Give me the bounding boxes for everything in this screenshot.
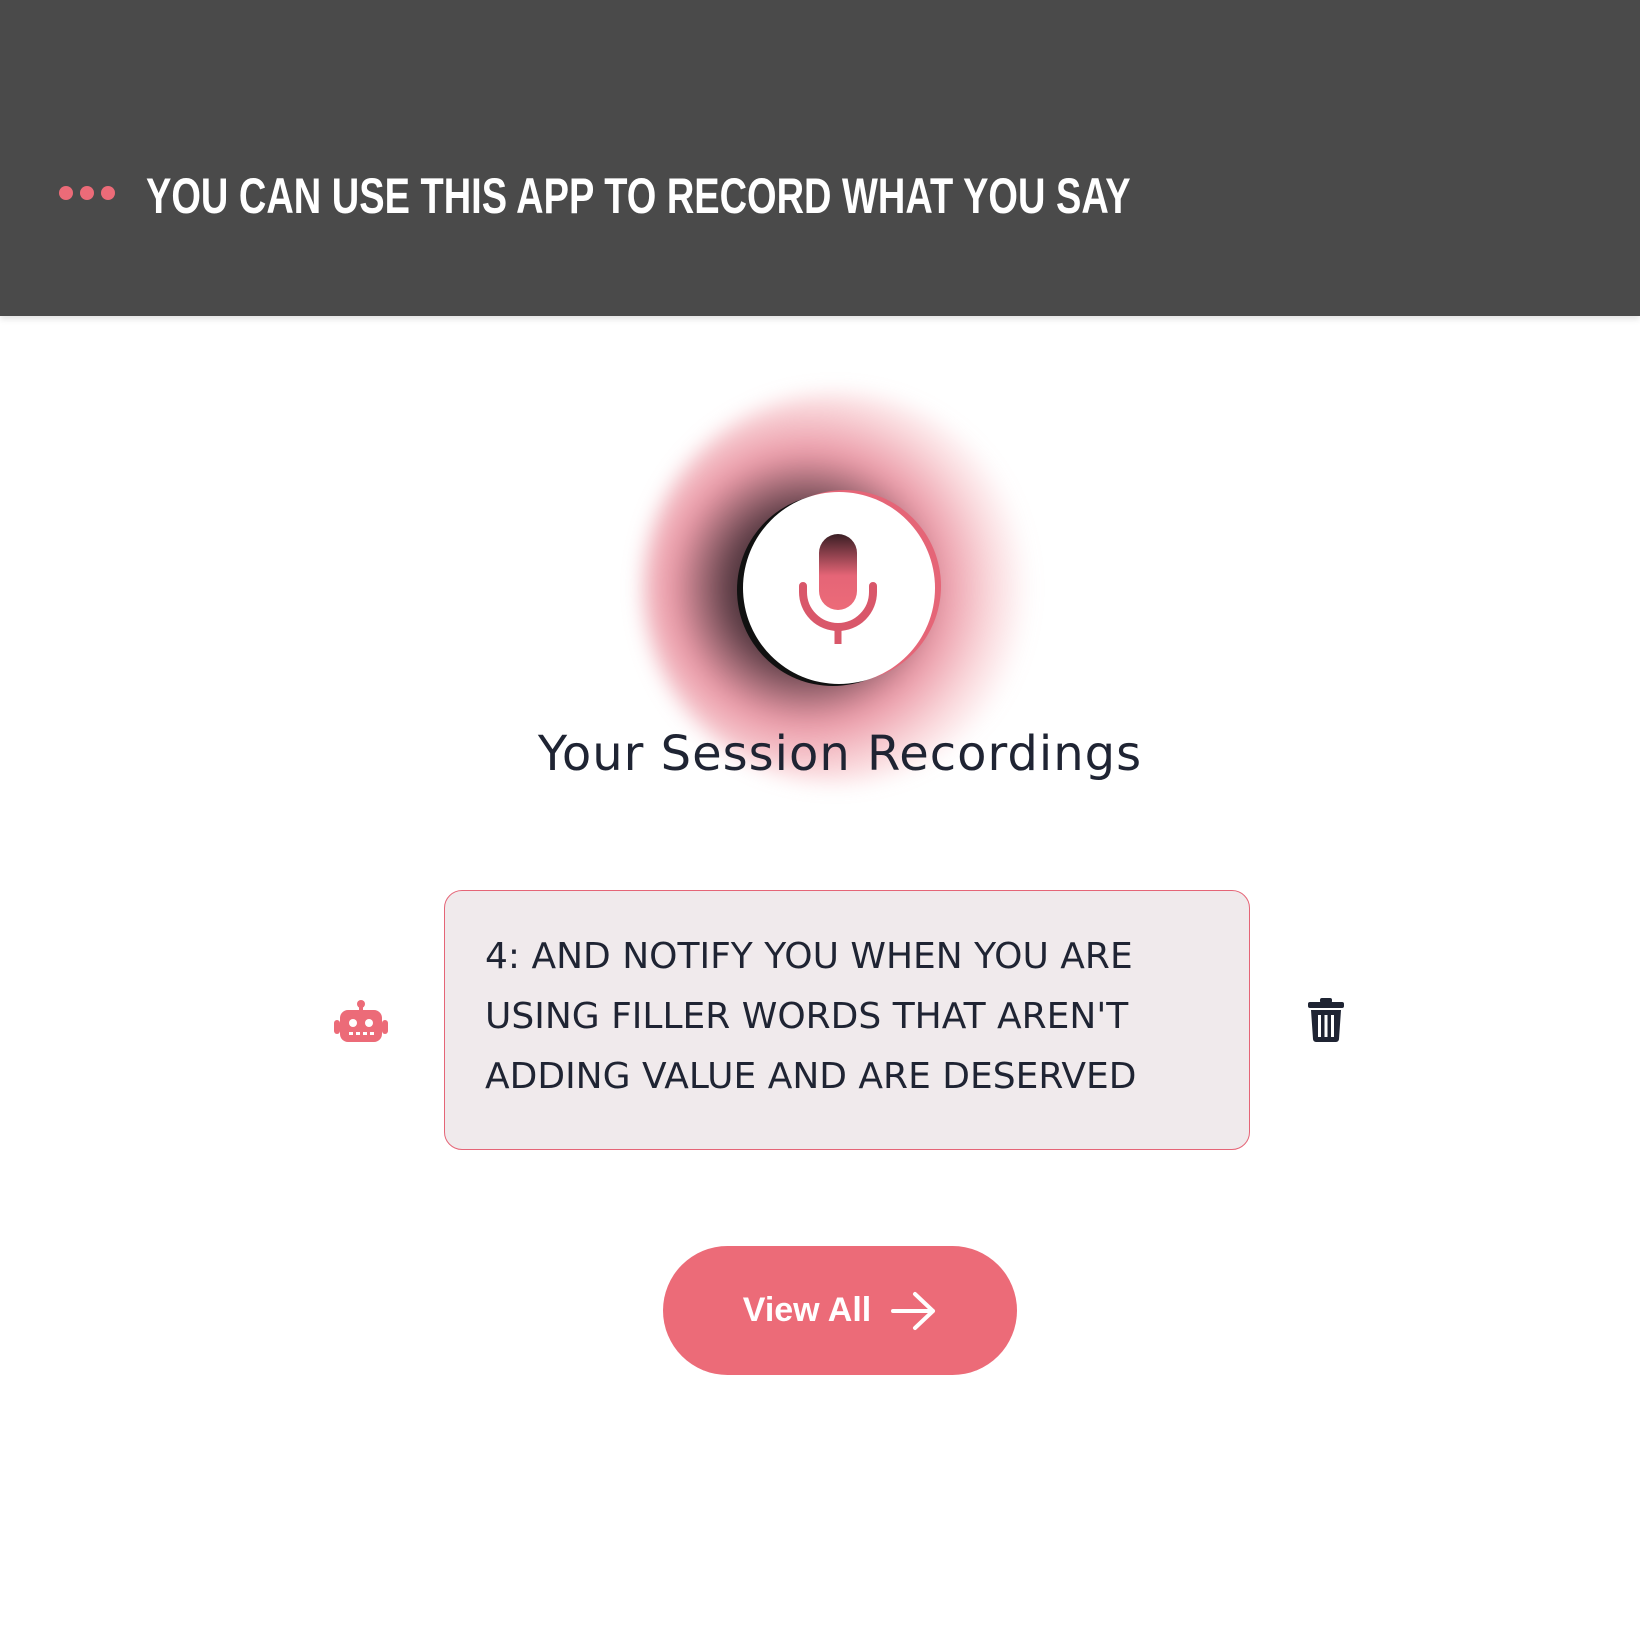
header-title: YOU CAN USE THIS APP TO RECORD WHAT YOU … bbox=[146, 168, 1131, 224]
app-header: YOU CAN USE THIS APP TO RECORD WHAT YOU … bbox=[0, 0, 1640, 316]
record-button[interactable] bbox=[743, 492, 935, 684]
view-all-label: View All bbox=[742, 1291, 872, 1329]
trash-icon[interactable] bbox=[1308, 998, 1344, 1042]
section-title: Your Session Recordings bbox=[537, 726, 1143, 782]
robot-icon bbox=[334, 1000, 388, 1042]
recording-card[interactable]: 4: AND NOTIFY YOU WHEN YOU ARE USING FIL… bbox=[444, 890, 1250, 1150]
dot bbox=[80, 186, 94, 200]
dots-icon[interactable] bbox=[59, 186, 115, 200]
recording-text: 4: AND NOTIFY YOU WHEN YOU ARE USING FIL… bbox=[485, 936, 1137, 1097]
dot bbox=[101, 186, 115, 200]
arrow-right-icon bbox=[891, 1291, 936, 1330]
view-all-button[interactable]: View All bbox=[663, 1246, 1017, 1375]
dot bbox=[59, 186, 73, 200]
microphone-icon bbox=[799, 534, 877, 644]
